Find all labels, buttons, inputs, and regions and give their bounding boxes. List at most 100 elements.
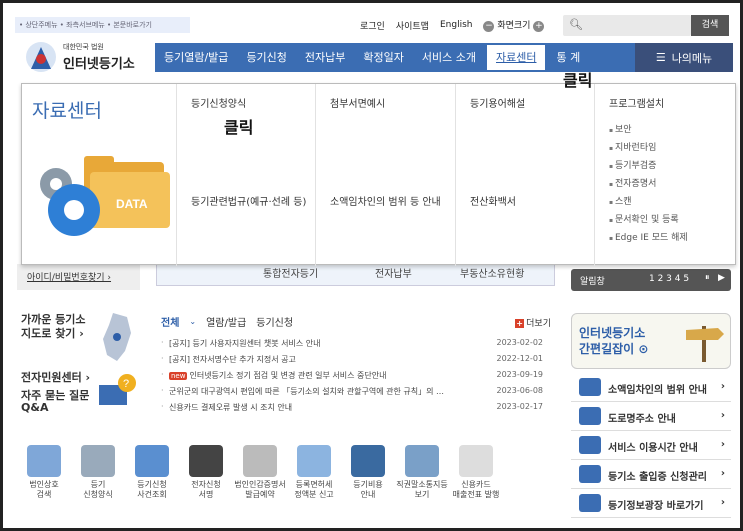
zoom-in-icon[interactable]: + xyxy=(533,21,545,32)
notice-item[interactable]: 신용카드 결제오류 발생 시 조치 안내 2023-02-17 xyxy=(161,402,551,418)
zoom-out-icon[interactable]: − xyxy=(483,21,495,32)
quick-service-item[interactable]: 소액임차인의 범위 안내 › xyxy=(571,373,731,402)
notice-title-text: [공지] 전자서명수단 추가 지정서 공고 xyxy=(169,355,296,364)
quick-service-item[interactable]: 서비스 이용시간 안내 › xyxy=(571,431,731,460)
more-label: 더보기 xyxy=(526,319,551,329)
skip-links[interactable]: • 상단주메뉴 • 좌측서브메뉴 • 본문바로가기 xyxy=(15,17,190,33)
pause-icon[interactable]: ⏸ xyxy=(705,273,710,283)
notice-title-text: 신용카드 결제오류 발생 시 조치 안내 xyxy=(169,403,293,412)
quick-service-label: 등기소 출입증 신청관리 xyxy=(608,472,707,483)
chevron-down-icon: ⌄ xyxy=(189,317,197,326)
chevron-right-icon: › xyxy=(720,497,725,508)
id-password-find-link[interactable]: 아이디/비밀번호찾기 › xyxy=(17,264,140,290)
link-attachment-examples[interactable]: 첨부서면예시 xyxy=(330,98,385,112)
notice-item[interactable]: [공지] 전자서명수단 추가 지정서 공고 2022-12-01 xyxy=(161,354,551,370)
zoom-label: 화면크기 xyxy=(497,21,531,31)
notice-date: 2023-06-08 xyxy=(496,386,544,395)
notice-title: [공지] 등기 사용자지원센터 챗봇 서비스 안내 xyxy=(169,338,484,349)
nav-item-data-center[interactable]: 자료센터 xyxy=(485,43,548,72)
search-input[interactable]: 🔍︎ xyxy=(563,15,691,36)
strip-item-e-registry[interactable]: 통합전자등기 xyxy=(263,265,318,280)
program-item-edge-ie[interactable]: Edge IE 모드 해제 xyxy=(609,230,688,248)
folder-label: DATA xyxy=(116,197,148,211)
program-item-scan[interactable]: 스캔 xyxy=(609,194,688,212)
korea-map-icon xyxy=(103,313,131,361)
program-item-java[interactable]: 지바런타임 xyxy=(609,140,688,158)
page-frame: • 상단주메뉴 • 좌측서브메뉴 • 본문바로가기 로그인 사이트맵 Engli… xyxy=(0,0,743,531)
link-regulations[interactable]: 등기관련법규(예규·선례 등) xyxy=(191,196,316,210)
alert-pagination[interactable]: 1 2 3 4 5 xyxy=(649,274,689,284)
notice-item[interactable]: 군위군의 대구광역시 편입에 따른 「등기소의 설치와 관할구역에 관한 규칙」… xyxy=(161,386,551,402)
tab-apply[interactable]: 등기신청 xyxy=(256,314,293,329)
service-icon-row: 법인상호 검색 등기 신청양식 등기신청 사건조회 전자신청 서명 법인인감증명서 발급… xyxy=(17,443,557,518)
notice-title: [공지] 전자서명수단 추가 지정서 공고 xyxy=(169,354,484,365)
service-shortcut[interactable]: 등기 신청양식 xyxy=(71,443,125,518)
more-link[interactable]: + 더보기 xyxy=(515,316,551,329)
mega-menu-panel: 자료센터 DATA 등기신청양식 클릭 등기관련법규(예규·선례 등) 첨부서면… xyxy=(21,83,736,266)
nav-item-issue[interactable]: 등기열람/발급 xyxy=(155,43,237,72)
quick-service-item[interactable]: 도로명주소 안내 › xyxy=(571,402,731,431)
chevron-right-icon: › xyxy=(720,381,725,392)
click-annotation: 클릭 xyxy=(563,71,593,90)
site-logo[interactable]: 대한민국 법원 인터넷등기소 xyxy=(21,39,151,75)
map-link-line2[interactable]: 지도로 찾기 › xyxy=(21,325,84,341)
link-forms[interactable]: 등기신청양식 xyxy=(191,98,246,112)
faq-link-line2[interactable]: Q&A xyxy=(21,401,48,414)
login-link[interactable]: 로그인 xyxy=(360,19,385,32)
notice-board: 전체 ⌄ 열람/발급 등기신청 +더보기 [공지] 등기 사용자지원센터 챗봇 … xyxy=(157,308,555,428)
program-item-verify[interactable]: 등기부검증 xyxy=(609,158,688,176)
link-glossary[interactable]: 등기용어해설 xyxy=(470,98,525,112)
nav-item-service-intro[interactable]: 서비스 소개 xyxy=(413,43,485,72)
program-item-security[interactable]: 보안 xyxy=(609,122,688,140)
notice-item[interactable]: new인터넷등기소 정기 점검 및 변경 관련 일부 서비스 중단안내 2023-… xyxy=(161,370,551,386)
nav-item-payment[interactable]: 전자납부 xyxy=(296,43,354,72)
notice-title-text: 군위군의 대구광역시 편입에 따른 「등기소의 설치와 관할구역에 관한 규칙」… xyxy=(169,387,445,396)
quick-service-list: 소액임차인의 범위 안내 › 도로명주소 안내 › 서비스 이용시간 안내 › 등기소 출입… xyxy=(571,373,731,518)
tab-issue[interactable]: 열람/발급 xyxy=(206,314,246,329)
notice-list: [공지] 등기 사용자지원센터 챗봇 서비스 안내2023-02-02[공지] … xyxy=(161,338,551,418)
program-install-title: 프로그램설치 xyxy=(609,99,665,110)
mega-col-4: 프로그램설치 보안 지바런타임 등기부검증 전자증명서 스캔 문서확인 및 등록… xyxy=(594,84,736,266)
tab-all[interactable]: 전체 xyxy=(161,314,179,329)
pen-icon xyxy=(189,445,223,477)
zoom-control: − 화면크기 + xyxy=(483,18,545,32)
click-annotation-2: 클릭 xyxy=(224,118,254,137)
data-folder-icon: DATA xyxy=(40,156,170,236)
link-small-tenant[interactable]: 소액임차인의 범위 등 안내 xyxy=(330,196,448,210)
search-button[interactable]: 검색 xyxy=(691,15,729,36)
calendar-icon xyxy=(243,445,277,477)
service-shortcut[interactable]: 등기비용 안내 xyxy=(341,443,395,518)
nav-item-apply[interactable]: 등기신청 xyxy=(237,43,295,72)
link-whitepaper[interactable]: 전산화백서 xyxy=(470,196,516,210)
quick-service-item[interactable]: 등기정보광장 바로가기 › xyxy=(571,489,731,518)
quick-service-item[interactable]: 등기소 출입증 신청관리 › xyxy=(571,460,731,489)
service-shortcut[interactable]: 법인인감증명서 발급예약 xyxy=(233,443,287,518)
program-item-certificate[interactable]: 전자증명서 xyxy=(609,176,688,194)
mega-col-1: 등기신청양식 클릭 등기관련법규(예규·선례 등) xyxy=(176,84,315,266)
sitemap-link[interactable]: 사이트맵 xyxy=(396,19,429,32)
service-shortcut-label: 등기비용 안내 xyxy=(353,480,383,499)
program-item-doc-register[interactable]: 문서확인 및 등록 xyxy=(609,212,688,230)
next-icon[interactable]: ▶ xyxy=(718,273,725,283)
service-shortcut[interactable]: 법인상호 검색 xyxy=(17,443,71,518)
notice-item[interactable]: [공지] 등기 사용자지원센터 챗봇 서비스 안내 2023-02-02 xyxy=(161,338,551,354)
service-shortcut[interactable]: 신용카드 매출전표 발행 xyxy=(449,443,503,518)
nav-item-fixed-date[interactable]: 확정일자 xyxy=(354,43,412,72)
service-shortcut-label: 법인인감증명서 발급예약 xyxy=(234,480,286,499)
english-link[interactable]: English xyxy=(440,20,473,30)
monitor-icon xyxy=(135,445,169,477)
service-shortcut-label: 전자신청 서명 xyxy=(191,480,221,499)
service-shortcut[interactable]: 등기신청 사건조회 xyxy=(125,443,179,518)
quick-service-label: 등기정보광장 바로가기 xyxy=(608,501,704,512)
service-shortcut[interactable]: 전자신청 서명 xyxy=(179,443,233,518)
strip-item-ownership[interactable]: 부동산소유현황 xyxy=(460,265,524,280)
service-shortcut[interactable]: 직권말소통지등 보기 xyxy=(395,443,449,518)
my-menu-button[interactable]: ☰ 나의메뉴 xyxy=(635,43,733,72)
my-menu-label: 나의메뉴 xyxy=(671,51,713,65)
utility-nav: 로그인 사이트맵 English − 화면크기 + xyxy=(360,17,545,33)
guide-banner[interactable]: 인터넷등기소 간편길잡이 ⊙ xyxy=(571,313,731,369)
service-shortcut[interactable]: 등록면허세 정액분 신고 xyxy=(287,443,341,518)
alert-label: 알림창 xyxy=(580,277,605,287)
strip-item-payment[interactable]: 전자납부 xyxy=(375,265,412,280)
civil-center-link[interactable]: 전자민원센터 › xyxy=(21,369,90,385)
